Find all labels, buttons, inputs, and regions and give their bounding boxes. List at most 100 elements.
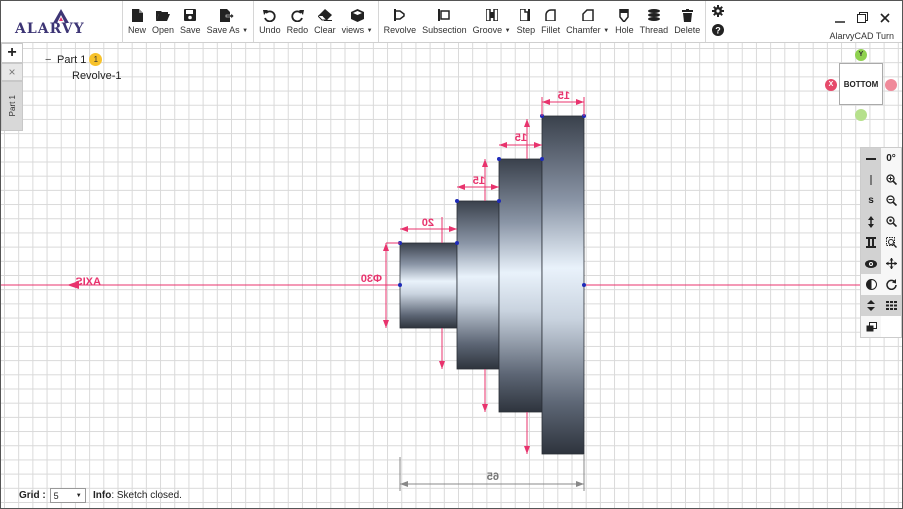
tab-part-1[interactable]: Part 1 [1,81,23,131]
dimension-bar-tool[interactable] [861,232,881,253]
vertical-line-tool[interactable] [861,169,881,190]
zoom-out-tool[interactable] [881,190,901,211]
clear-button[interactable]: Clear [311,1,339,42]
caret-down-icon: ▼ [603,28,610,34]
drawing-canvas[interactable]: AXIS Φ30 20 15 15 15 65 [1,43,902,508]
hole-button[interactable]: Hole [612,1,637,42]
dash-icon [866,157,876,160]
step1-length-label: 20 [422,217,434,229]
shaft-step-2[interactable] [456,200,500,370]
revolve-icon [393,8,407,22]
shaft-step-4[interactable] [541,115,585,455]
trash-icon [680,8,694,22]
info-label: Info [93,490,112,501]
y-axis-back-dot[interactable] [855,109,867,121]
visibility-tool[interactable] [861,253,881,274]
new-button[interactable]: New [125,1,149,42]
vertical-bar-icon [870,174,872,185]
thread-label: Thread [639,25,669,35]
svg-text:?: ? [715,25,721,35]
chamfer-label: Chamfer [566,25,601,35]
app-window: ALARVY New Open Save Save As ▼ Undo Redo… [0,0,903,509]
undo-icon [263,8,277,22]
zoom-in-icon [885,174,897,185]
save-button[interactable]: Save [177,1,204,42]
eraser-icon [317,8,332,22]
tab-part-1-label: Part 1 [7,95,17,117]
add-part-button[interactable]: + [1,43,23,63]
horizontal-line-tool[interactable] [861,148,881,169]
x-axis-back-dot[interactable] [885,79,897,91]
palette-empty-cell [881,316,901,337]
close-icon[interactable] [880,12,890,26]
thread-button[interactable]: Thread [637,1,672,42]
open-button[interactable]: Open [149,1,177,42]
pan-tool[interactable] [881,253,901,274]
rotate-tool[interactable] [881,274,901,295]
flip-tool[interactable] [861,295,881,316]
y-axis-dot[interactable]: Y [855,49,867,61]
grid-select[interactable]: 5 ▼ [49,488,86,503]
grid-value: 5 [53,490,59,501]
zoom-fit-tool[interactable] [881,211,901,232]
reset-rotation-tool[interactable]: 0° [881,148,901,169]
left-tab-strip: + × Part 1 [1,43,23,131]
shaft-step-1[interactable] [399,242,458,329]
grid-setting: Grid : 5 ▼ [19,488,86,503]
tree-node-part[interactable]: − Part 1 1 [45,52,122,67]
revolve-button[interactable]: Revolve [381,1,420,42]
diameter-label: Φ30 [361,273,382,285]
copy-view-tool[interactable] [861,316,881,337]
logo: ALARVY [1,1,123,43]
view-cube-face[interactable]: BOTTOM [839,63,883,105]
edit-group: Undo Redo Clear views ▼ [254,1,379,42]
chevron-down-icon: ▼ [75,492,82,499]
help-icon[interactable]: ? [712,23,725,39]
x-axis-dot[interactable]: X [825,79,837,91]
logo-text: ALARVY [15,21,85,37]
app-name: AlarvyCAD Turn [829,31,894,41]
zoom-window-tool[interactable] [881,232,901,253]
export-file-icon [220,8,235,22]
zoom-fit-icon [885,216,897,227]
grid-icon [885,301,897,310]
fillet-button[interactable]: Fillet [538,1,563,42]
shading-tool[interactable] [861,274,881,295]
file-group: New Open Save Save As ▼ [123,1,255,42]
subsection-button[interactable]: Subsection [419,1,470,42]
tree-node-revolve-label: Revolve-1 [72,69,122,82]
half-circle-icon [865,279,877,290]
settings-group: ? [706,1,730,42]
close-part-button[interactable]: × [1,63,23,81]
subsection-icon [437,8,451,22]
collapse-icon[interactable]: − [45,54,57,66]
step-icon [519,8,533,22]
save-as-button[interactable]: Save As ▼ [204,1,252,42]
groove-button[interactable]: Groove ▼ [470,1,514,42]
feature-tree: − Part 1 1 Revolve-1 [45,52,122,83]
hole-label: Hole [615,25,634,35]
grid-toggle-tool[interactable] [881,295,901,316]
delete-button[interactable]: Delete [671,1,703,42]
views-button[interactable]: views ▼ [339,1,376,42]
undo-button[interactable]: Undo [256,1,284,42]
chamfer-icon [581,8,595,22]
caret-down-icon: ▼ [242,28,249,34]
redo-button[interactable]: Redo [284,1,312,42]
restore-icon[interactable] [857,12,868,26]
chamfer-button[interactable]: Chamfer ▼ [563,1,612,42]
move-arrows-icon [885,258,897,269]
tree-node-revolve[interactable]: Revolve-1 [45,68,122,83]
groove-icon [485,8,499,22]
step4-length-label: 15 [558,90,570,102]
shaft-step-3[interactable] [498,158,543,413]
vertical-dimension-tool[interactable] [861,211,881,232]
spline-tool[interactable]: s [861,190,881,211]
zoom-in-tool[interactable] [881,169,901,190]
gear-icon[interactable] [712,4,725,20]
step-button[interactable]: Step [514,1,539,42]
close-tab-icon: × [8,65,16,79]
views-label: views [341,25,365,35]
minimize-icon[interactable] [835,13,845,26]
view-cube[interactable]: Y X BOTTOM [823,48,898,121]
